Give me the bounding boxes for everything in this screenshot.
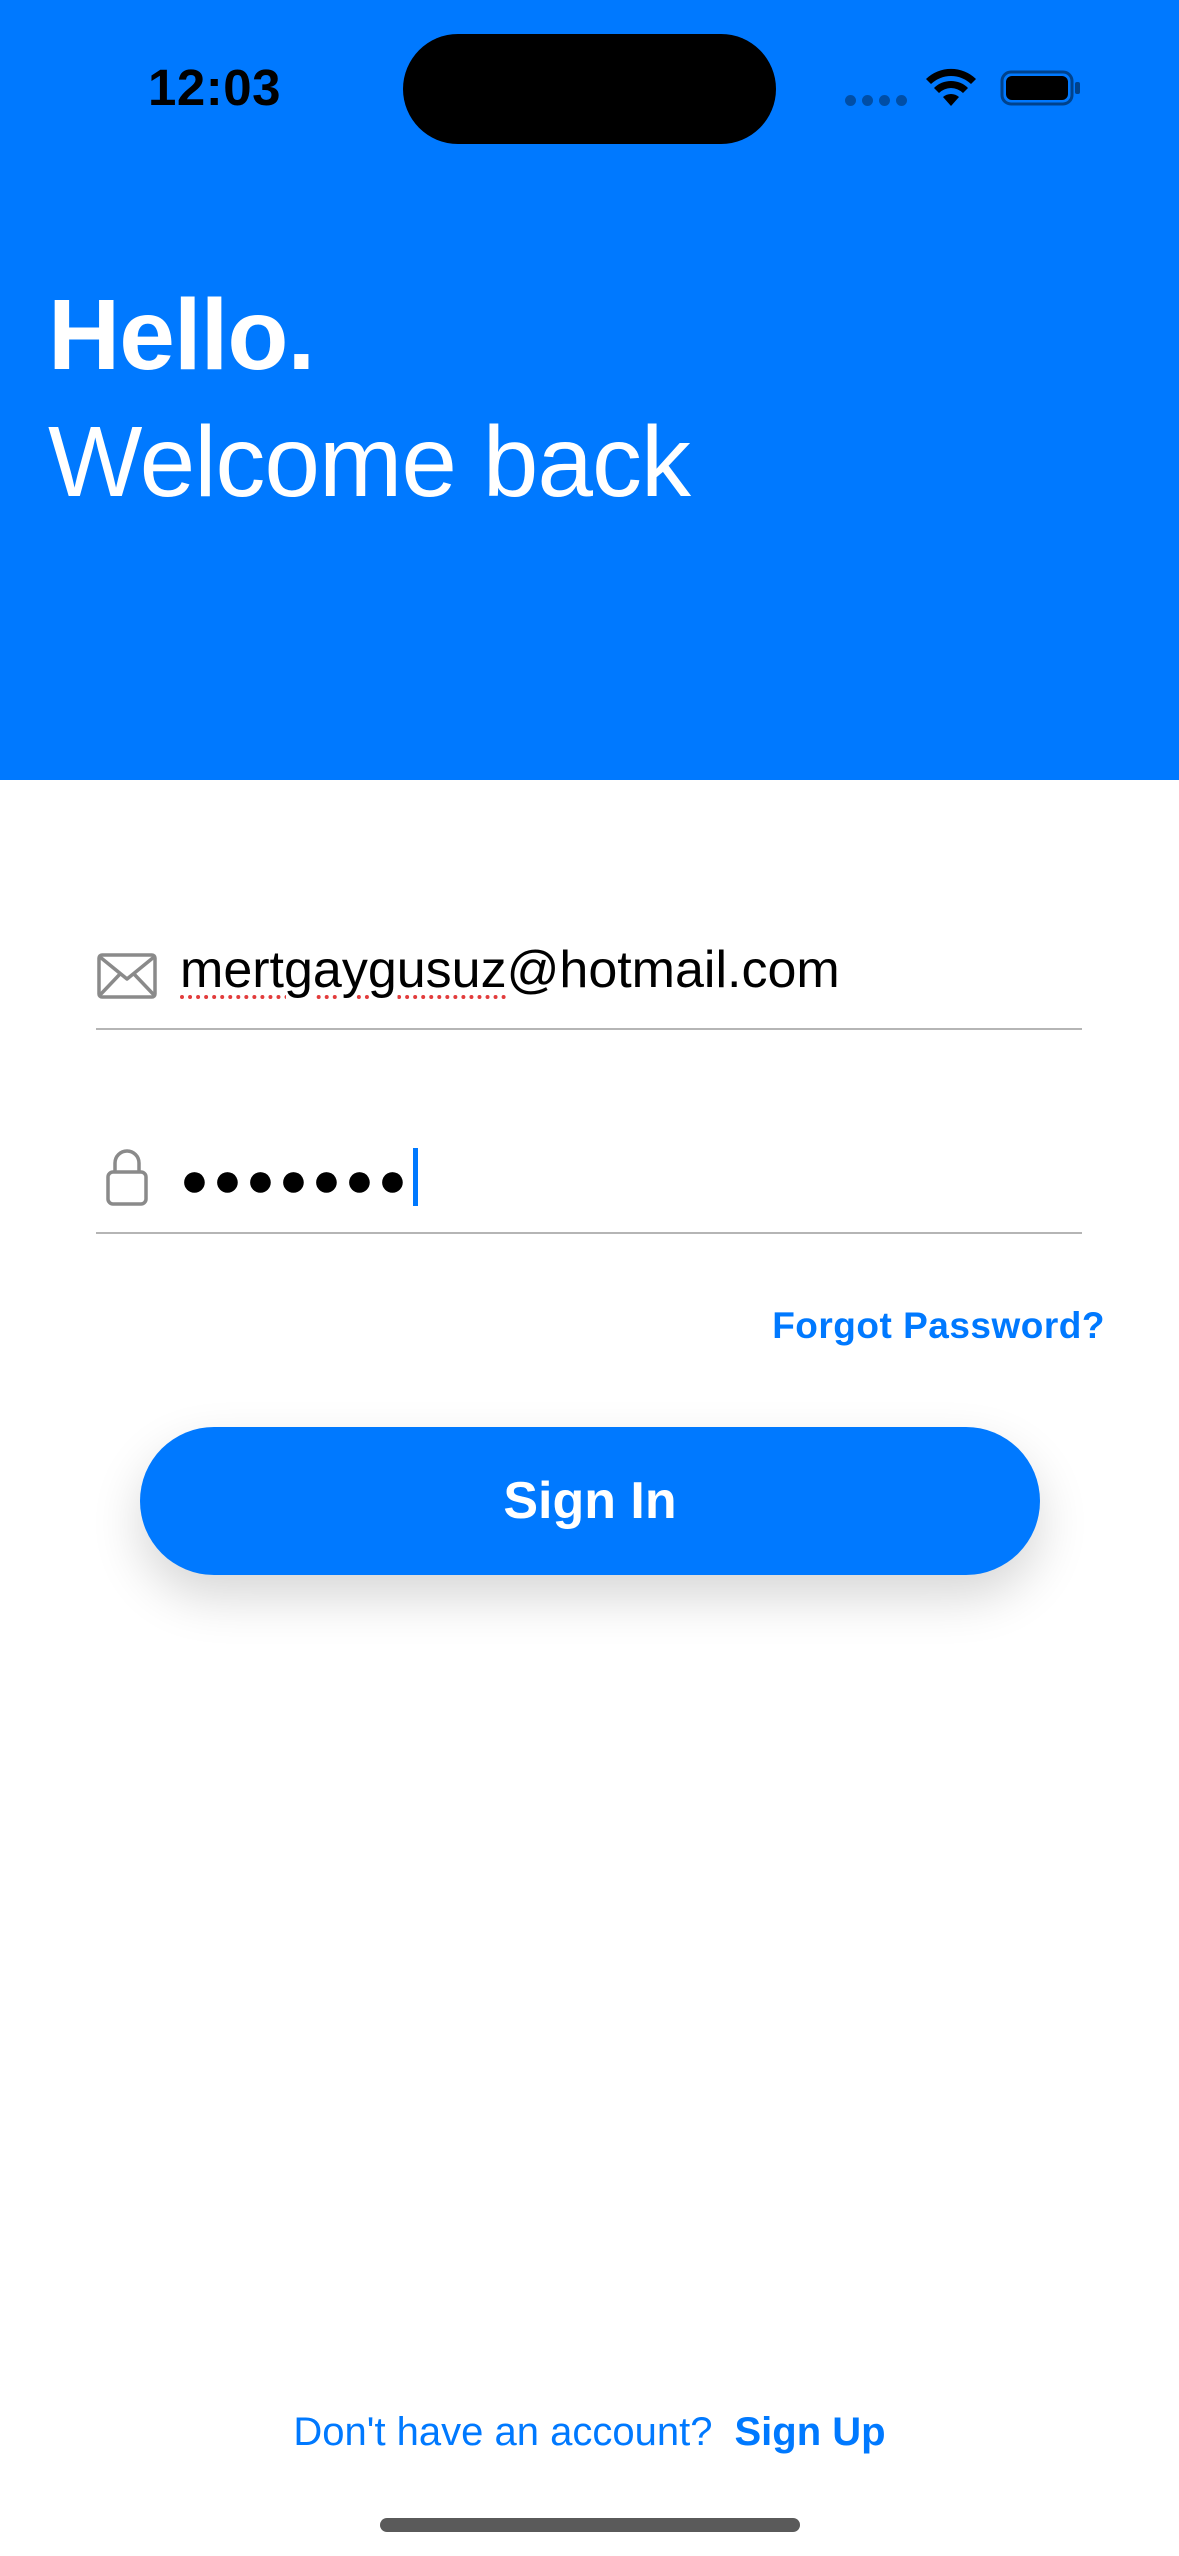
status-time: 12:03 [148, 59, 281, 116]
welcome-subtitle: Welcome back [48, 406, 691, 518]
cellular-signal-icon [845, 95, 907, 107]
password-field[interactable]: ●●●●●●● [96, 1122, 1082, 1234]
email-value[interactable]: mertgaygusuz@hotmail.com [180, 940, 840, 1000]
header-banner: 12:03 Hello. Welcome back [0, 0, 1179, 780]
wifi-icon [926, 68, 976, 106]
lock-icon [106, 1149, 148, 1206]
signup-prompt-text: Don't have an account? [293, 2410, 713, 2454]
email-value-username: mertgaygusuz [180, 941, 507, 999]
sign-in-screen: 12:03 Hello. Welcome back mertgaygusuz@h… [0, 0, 1179, 2556]
password-masked-text: ●●●●●●● [180, 1154, 411, 1207]
forgot-password-link[interactable]: Forgot Password? [772, 1305, 1105, 1347]
password-value[interactable]: ●●●●●●● [180, 1148, 418, 1208]
sign-in-button[interactable]: Sign In [140, 1427, 1040, 1575]
envelope-icon [97, 953, 157, 999]
text-cursor [412, 1148, 418, 1206]
sign-up-link[interactable]: Sign Up [734, 2410, 885, 2454]
dynamic-island [403, 34, 776, 144]
email-value-domain: @hotmail.com [506, 941, 840, 999]
signup-prompt-row: Don't have an account? Sign Up [0, 2410, 1179, 2455]
greeting-title: Hello. [48, 279, 315, 391]
home-indicator[interactable] [380, 2518, 800, 2532]
email-field[interactable]: mertgaygusuz@hotmail.com [96, 918, 1082, 1030]
battery-icon [1000, 70, 1080, 106]
